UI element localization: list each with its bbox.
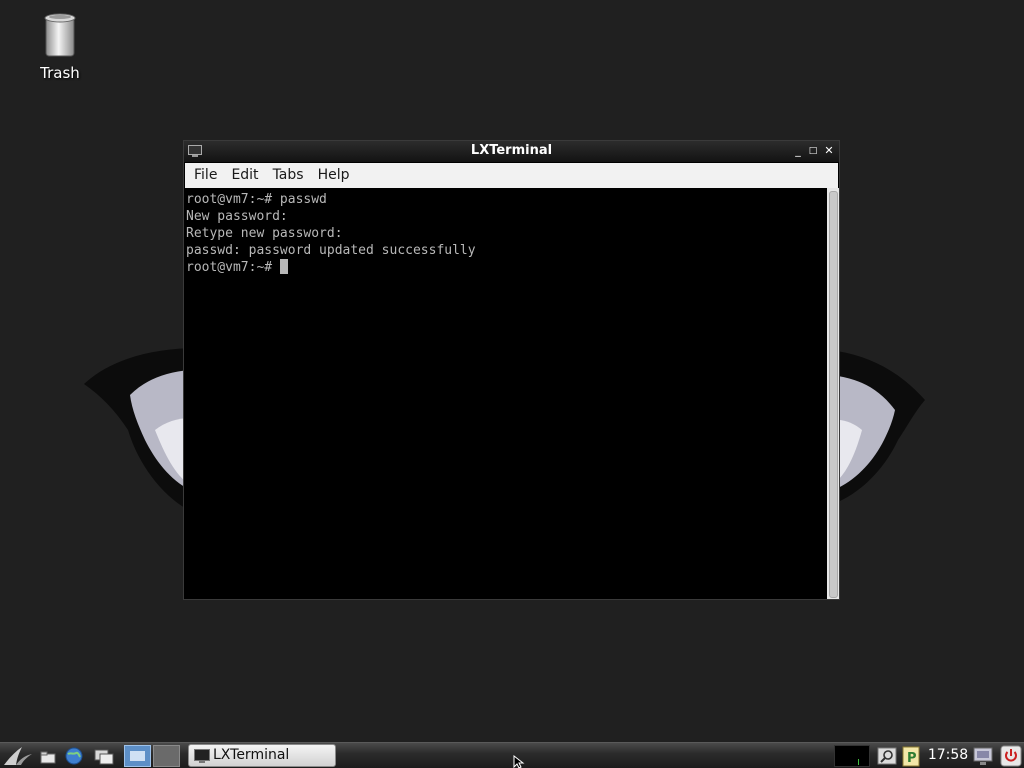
terminal-prompt: root@vm7:~#: [186, 260, 280, 275]
terminal-icon: [194, 749, 210, 763]
terminal-prompt-line: root@vm7:~#: [186, 259, 827, 276]
minimize-button[interactable]: _: [791, 144, 805, 158]
desktop-icon-label: Trash: [40, 64, 80, 82]
menu-bar: File Edit Tabs Help: [185, 163, 838, 188]
clock[interactable]: 17:58: [927, 743, 969, 767]
show-desktop-icon[interactable]: [92, 745, 116, 767]
power-icon[interactable]: [1000, 745, 1022, 767]
task-label: LXTerminal: [213, 747, 290, 763]
file-manager-icon[interactable]: [38, 745, 58, 767]
scrollbar-thumb[interactable]: [829, 191, 838, 598]
desktop-icon-trash[interactable]: Trash: [22, 10, 98, 82]
close-button[interactable]: ✕: [822, 144, 836, 158]
search-icon[interactable]: [877, 745, 897, 767]
trash-icon: [44, 13, 76, 57]
window-titlebar[interactable]: LXTerminal _ □ ✕: [184, 141, 839, 162]
workspace-2-icon[interactable]: [153, 745, 180, 767]
cpu-monitor-icon[interactable]: [834, 745, 870, 767]
monitor-icon[interactable]: [972, 745, 994, 767]
taskbar-task-lxterminal[interactable]: LXTerminal: [188, 744, 336, 767]
menu-tabs[interactable]: Tabs: [266, 163, 311, 188]
svg-text:P: P: [907, 751, 917, 766]
lxterminal-window[interactable]: LXTerminal _ □ ✕ File Edit Tabs Help root@v…: [184, 141, 839, 599]
web-browser-icon[interactable]: [63, 745, 85, 767]
terminal-scrollbar[interactable]: [827, 188, 839, 599]
taskbar: LXTerminal P 17:58: [0, 742, 1024, 768]
text-cursor: [279, 259, 288, 274]
menu-edit[interactable]: Edit: [224, 163, 265, 188]
terminal-line: Retype new password:: [186, 226, 343, 241]
terminal-output[interactable]: root@vm7:~# passwd New password: Retype ne…: [184, 188, 827, 599]
window-title: LXTerminal: [470, 143, 553, 158]
terminal-line: passwd: password updated successfully: [186, 243, 476, 258]
workspace-1-icon[interactable]: [124, 745, 151, 767]
desktop: Trash LXTerminal _ □ ✕ File Edit Tabs Help …: [0, 0, 1024, 742]
terminal-line: root@vm7:~# passwd: [186, 192, 327, 207]
menu-logo-icon[interactable]: [2, 745, 34, 767]
clipboard-icon[interactable]: P: [901, 745, 921, 767]
menu-help[interactable]: Help: [311, 163, 357, 188]
terminal-line: New password:: [186, 209, 288, 224]
maximize-button[interactable]: □: [806, 144, 820, 158]
menu-file[interactable]: File: [187, 163, 224, 188]
